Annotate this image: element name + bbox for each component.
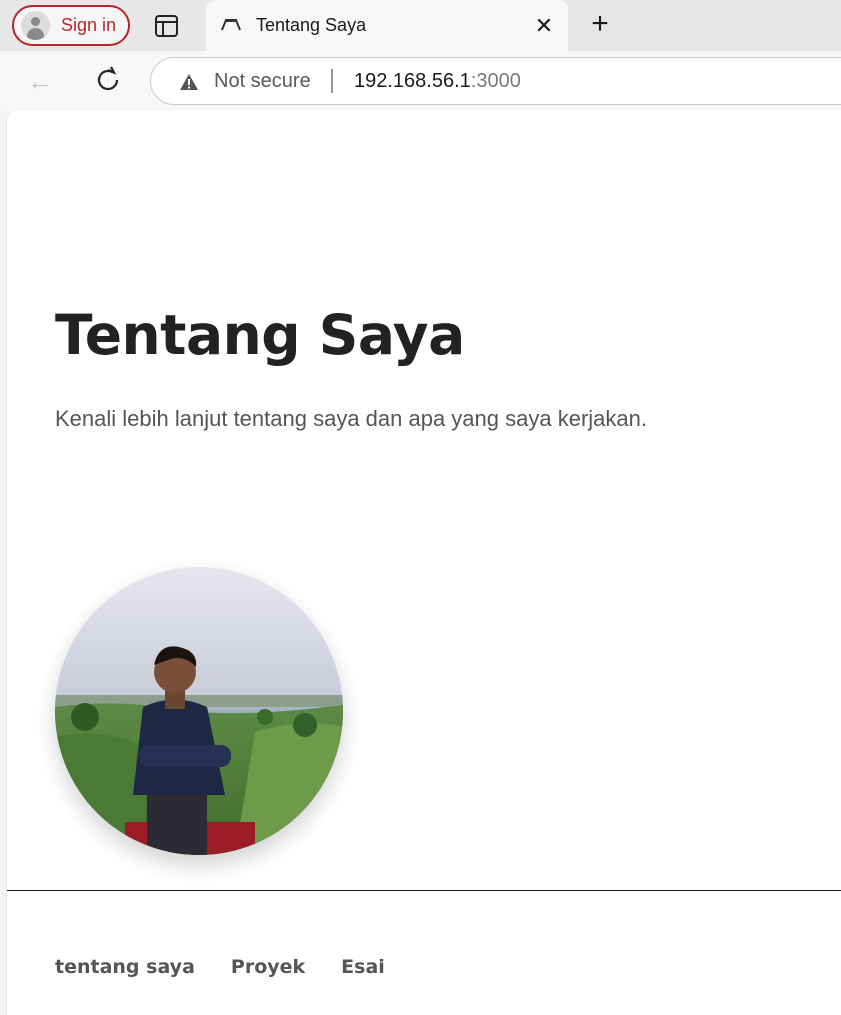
page-title: Tentang Saya bbox=[55, 303, 465, 367]
url-port: :3000 bbox=[470, 70, 521, 92]
footer-divider bbox=[7, 890, 841, 891]
tab-title: Tentang Saya bbox=[256, 15, 367, 35]
back-arrow-icon[interactable]: ← bbox=[27, 67, 57, 95]
url-host: 192.168.56.1 bbox=[354, 70, 471, 92]
profile-photo bbox=[55, 567, 343, 855]
address-separator bbox=[331, 69, 333, 93]
security-status-label[interactable]: Not secure bbox=[214, 70, 311, 93]
nav-link-about[interactable]: tentang saya bbox=[55, 956, 195, 978]
address-bar[interactable]: Not secure 192.168.56.1:3000 bbox=[150, 57, 841, 105]
browser-toolbar: ← Not secure 192.168.56.1:3000 bbox=[0, 51, 841, 111]
new-tab-icon[interactable]: + bbox=[586, 9, 614, 39]
sign-in-label: Sign in bbox=[61, 15, 117, 35]
footer-nav: tentang saya Proyek Esai bbox=[55, 956, 385, 978]
url-text[interactable]: 192.168.56.1:3000 bbox=[354, 70, 521, 93]
tab-strip: Sign in Tentang Saya ✕ + bbox=[0, 0, 841, 51]
page-content: Tentang Saya Kenali lebih lanjut tentang… bbox=[6, 111, 841, 1015]
warning-icon[interactable] bbox=[179, 73, 199, 91]
page-subtitle: Kenali lebih lanjut tentang saya dan apa… bbox=[55, 406, 647, 431]
sign-in-button[interactable]: Sign in bbox=[12, 5, 130, 46]
profile-avatar-icon bbox=[21, 11, 50, 40]
reload-icon[interactable] bbox=[93, 65, 123, 95]
nav-link-essays[interactable]: Esai bbox=[341, 956, 385, 978]
site-favicon-icon bbox=[221, 19, 241, 31]
active-tab[interactable]: Tentang Saya ✕ bbox=[206, 0, 568, 51]
tab-actions-icon[interactable] bbox=[155, 15, 178, 37]
close-tab-icon[interactable]: ✕ bbox=[532, 14, 556, 38]
nav-link-projects[interactable]: Proyek bbox=[231, 956, 305, 978]
